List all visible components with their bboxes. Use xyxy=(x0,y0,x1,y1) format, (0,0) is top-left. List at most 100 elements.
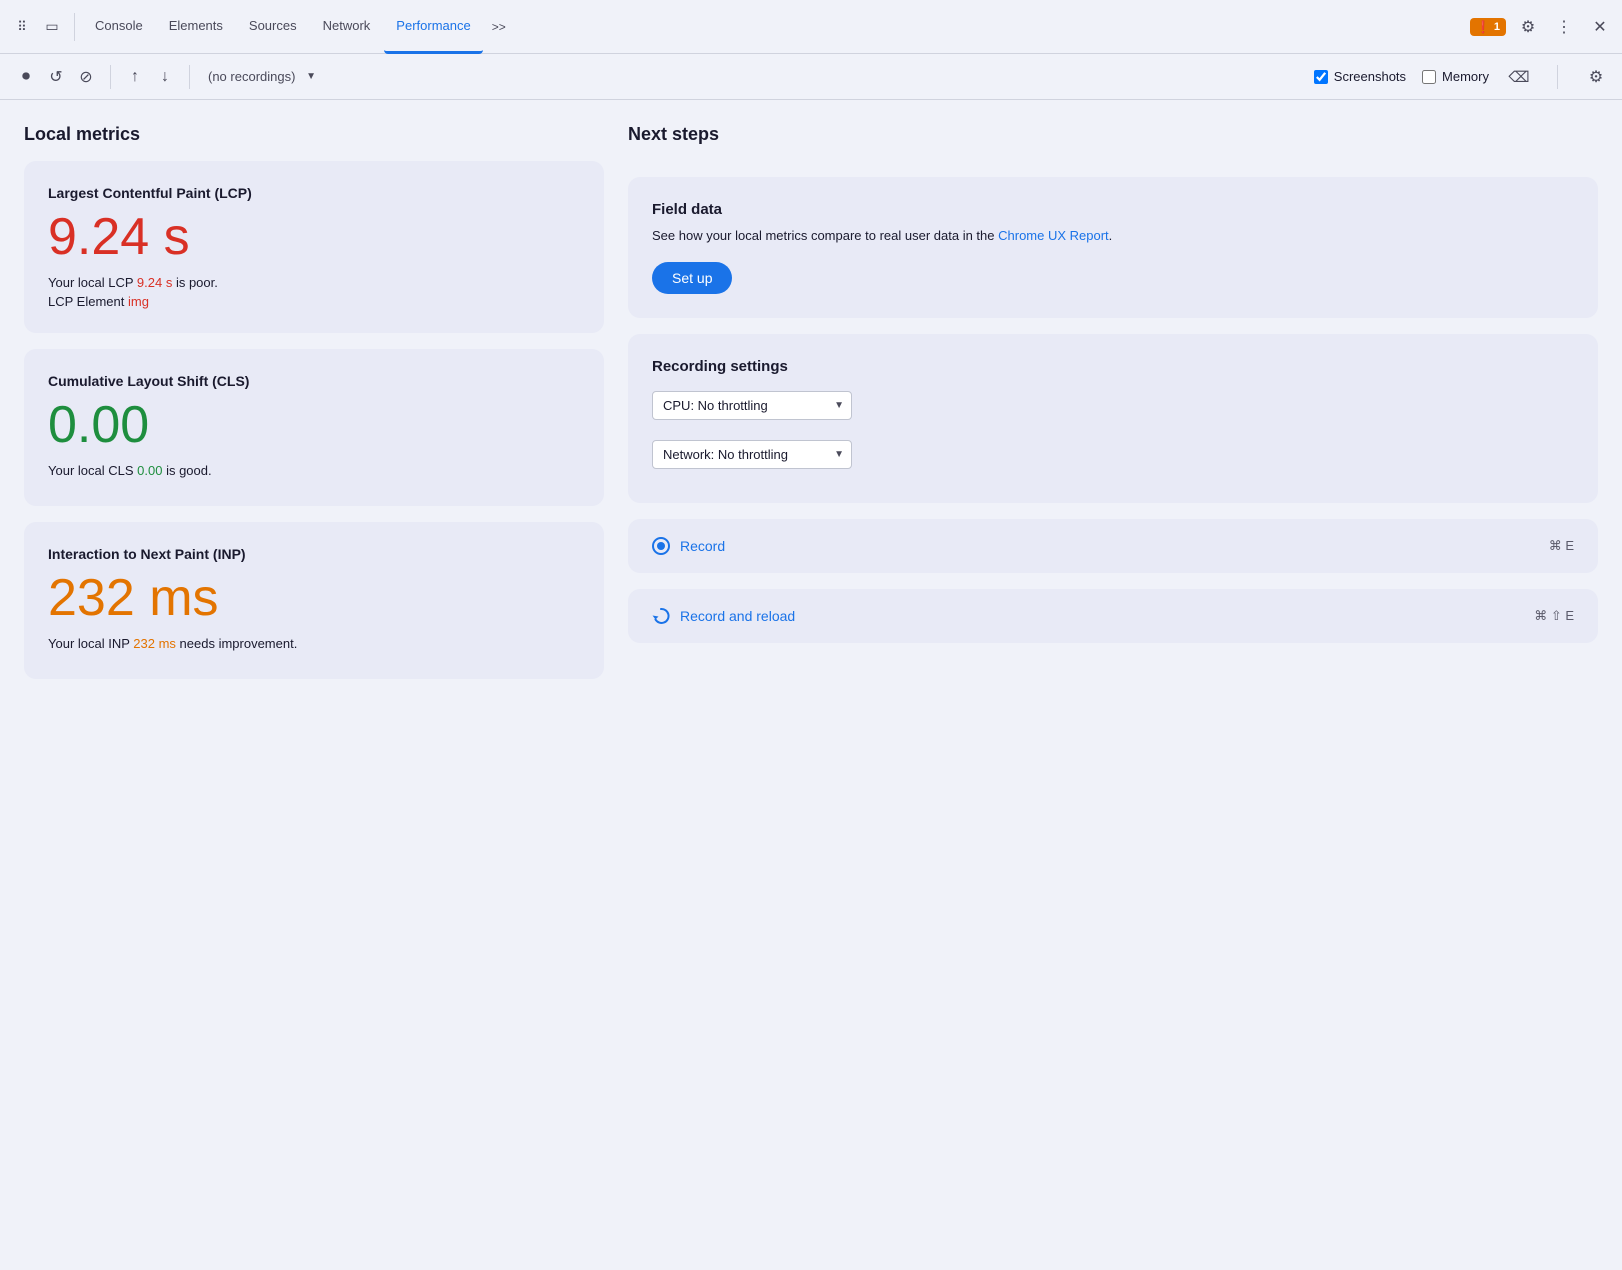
record-reload-action-label: Record and reload xyxy=(680,608,795,624)
more-options-button[interactable]: ⋮ xyxy=(1550,13,1578,41)
toolbar-left: ⠿ ▭ xyxy=(8,13,81,41)
record-icon: ⏺ xyxy=(22,68,30,86)
tab-console[interactable]: Console xyxy=(83,0,155,54)
inp-desc-value: 232 ms xyxy=(133,636,176,651)
download-button[interactable]: ↓ xyxy=(151,63,179,91)
inp-card: Interaction to Next Paint (INP) 232 ms Y… xyxy=(24,522,604,679)
lcp-card: Largest Contentful Paint (LCP) 9.24 s Yo… xyxy=(24,161,604,333)
toolbar-right: ❗ 1 ⚙ ⋮ ✕ xyxy=(1470,13,1614,41)
lcp-desc-value: 9.24 s xyxy=(137,275,172,290)
vertical-dots-icon: ⋮ xyxy=(1556,17,1572,37)
download-icon: ↓ xyxy=(161,68,169,86)
clear-button[interactable]: ⊘ xyxy=(72,63,100,91)
cpu-profile-button[interactable]: ⌫ xyxy=(1505,63,1533,91)
recording-settings-title: Recording settings xyxy=(652,358,1574,375)
reload-icon: ↺ xyxy=(49,67,62,87)
network-throttle-wrap[interactable]: Network: No throttling Network: Fast 3G … xyxy=(652,440,852,469)
toolbar2-divider-1 xyxy=(110,65,111,89)
memory-checkbox-wrap[interactable]: Memory xyxy=(1422,69,1489,84)
field-data-card: Field data See how your local metrics co… xyxy=(628,177,1598,318)
recording-settings-card: Recording settings CPU: No throttling CP… xyxy=(628,334,1598,503)
right-panel: Next steps Field data See how your local… xyxy=(628,124,1598,1246)
main-content: Local metrics Largest Contentful Paint (… xyxy=(0,100,1622,1270)
reload-record-button[interactable]: ↺ xyxy=(42,63,70,91)
cpu-throttle-select[interactable]: CPU: No throttling CPU: 4x slowdown CPU:… xyxy=(652,391,852,420)
settings-button[interactable]: ⚙ xyxy=(1514,13,1542,41)
upload-icon: ↑ xyxy=(131,68,139,86)
recordings-select-wrap[interactable]: (no recordings) ▼ xyxy=(200,65,320,88)
inp-name: Interaction to Next Paint (INP) xyxy=(48,546,580,562)
inp-desc-suffix: needs improvement. xyxy=(176,636,297,651)
cls-name: Cumulative Layout Shift (CLS) xyxy=(48,373,580,389)
setup-button[interactable]: Set up xyxy=(652,262,732,294)
screenshots-checkbox-wrap[interactable]: Screenshots xyxy=(1314,69,1406,84)
clear-icon: ⊘ xyxy=(79,67,92,87)
field-data-desc-before: See how your local metrics compare to re… xyxy=(652,228,998,243)
performance-toolbar: ⏺ ↺ ⊘ ↑ ↓ (no recordings) ▼ Screenshots xyxy=(0,54,1622,100)
left-panel: Local metrics Largest Contentful Paint (… xyxy=(24,124,604,1246)
local-metrics-title: Local metrics xyxy=(24,124,604,145)
lcp-element: LCP Element img xyxy=(48,294,580,309)
cpu-profile-icon: ⌫ xyxy=(1508,68,1529,86)
cls-description: Your local CLS 0.00 is good. xyxy=(48,463,580,478)
memory-label: Memory xyxy=(1442,69,1489,84)
devtools-inspect-icon[interactable]: ⠿ xyxy=(8,13,36,41)
lcp-name: Largest Contentful Paint (LCP) xyxy=(48,185,580,201)
warning-badge[interactable]: ❗ 1 xyxy=(1470,18,1506,36)
upload-button[interactable]: ↑ xyxy=(121,63,149,91)
tab-elements[interactable]: Elements xyxy=(157,0,235,54)
record-action-label: Record xyxy=(680,538,725,554)
network-throttle-select[interactable]: Network: No throttling Network: Fast 3G … xyxy=(652,440,852,469)
inp-value: 232 ms xyxy=(48,572,580,624)
tab-network[interactable]: Network xyxy=(311,0,383,54)
gear-icon-2: ⚙ xyxy=(1589,67,1603,87)
cpu-throttle-wrap[interactable]: CPU: No throttling CPU: 4x slowdown CPU:… xyxy=(652,391,852,420)
warning-icon: ❗ xyxy=(1476,20,1491,34)
memory-checkbox[interactable] xyxy=(1422,70,1436,84)
toolbar2-controls: ⏺ ↺ ⊘ ↑ ↓ (no recordings) ▼ xyxy=(12,63,320,91)
cls-desc-prefix: Your local CLS xyxy=(48,463,137,478)
lcp-desc-prefix: Your local LCP xyxy=(48,275,137,290)
record-action-icon xyxy=(652,537,670,555)
warning-count: 1 xyxy=(1494,21,1500,33)
gear-icon: ⚙ xyxy=(1521,17,1535,37)
cls-desc-suffix: is good. xyxy=(162,463,211,478)
lcp-description: Your local LCP 9.24 s is poor. xyxy=(48,275,580,290)
screenshots-checkbox[interactable] xyxy=(1314,70,1328,84)
more-tabs-button[interactable]: >> xyxy=(485,13,513,41)
field-data-description: See how your local metrics compare to re… xyxy=(652,226,1574,246)
cls-value: 0.00 xyxy=(48,399,580,451)
inp-desc-prefix: Your local INP xyxy=(48,636,133,651)
lcp-element-value[interactable]: img xyxy=(128,294,149,309)
toolbar-divider-1 xyxy=(74,13,75,41)
tab-performance[interactable]: Performance xyxy=(384,0,482,54)
cpu-select-wrap: CPU: No throttling CPU: 4x slowdown CPU:… xyxy=(652,391,1574,430)
toolbar2-divider-3 xyxy=(1557,65,1558,89)
lcp-value: 9.24 s xyxy=(48,211,580,263)
devtools-device-icon[interactable]: ▭ xyxy=(38,13,66,41)
toolbar2-divider-2 xyxy=(189,65,190,89)
cls-desc-value: 0.00 xyxy=(137,463,162,478)
record-reload-action-icon xyxy=(652,607,670,625)
field-data-title: Field data xyxy=(652,201,1574,218)
record-button[interactable]: ⏺ xyxy=(12,63,40,91)
lcp-element-label: LCP Element xyxy=(48,294,124,309)
lcp-desc-suffix: is poor. xyxy=(172,275,218,290)
tab-sources[interactable]: Sources xyxy=(237,0,309,54)
inp-description: Your local INP 232 ms needs improvement. xyxy=(48,636,580,651)
chrome-ux-report-link[interactable]: Chrome UX Report xyxy=(998,228,1109,243)
network-select-wrap: Network: No throttling Network: Fast 3G … xyxy=(652,440,1574,479)
performance-settings-button[interactable]: ⚙ xyxy=(1582,63,1610,91)
cls-card: Cumulative Layout Shift (CLS) 0.00 Your … xyxy=(24,349,604,506)
recordings-select[interactable]: (no recordings) xyxy=(200,65,320,88)
field-data-desc-after: . xyxy=(1109,228,1113,243)
record-action-card[interactable]: Record ⌘ E xyxy=(628,519,1598,573)
record-action-shortcut: ⌘ E xyxy=(1549,538,1574,554)
toolbar2-right: Screenshots Memory ⌫ ⚙ xyxy=(1314,63,1610,91)
main-toolbar: ⠿ ▭ Console Elements Sources Network Per… xyxy=(0,0,1622,54)
next-steps-title: Next steps xyxy=(628,124,1598,145)
record-reload-action-card[interactable]: Record and reload ⌘ ⇧ E xyxy=(628,589,1598,643)
record-reload-action-shortcut: ⌘ ⇧ E xyxy=(1534,608,1574,624)
close-icon: ✕ xyxy=(1593,17,1606,37)
close-button[interactable]: ✕ xyxy=(1586,13,1614,41)
